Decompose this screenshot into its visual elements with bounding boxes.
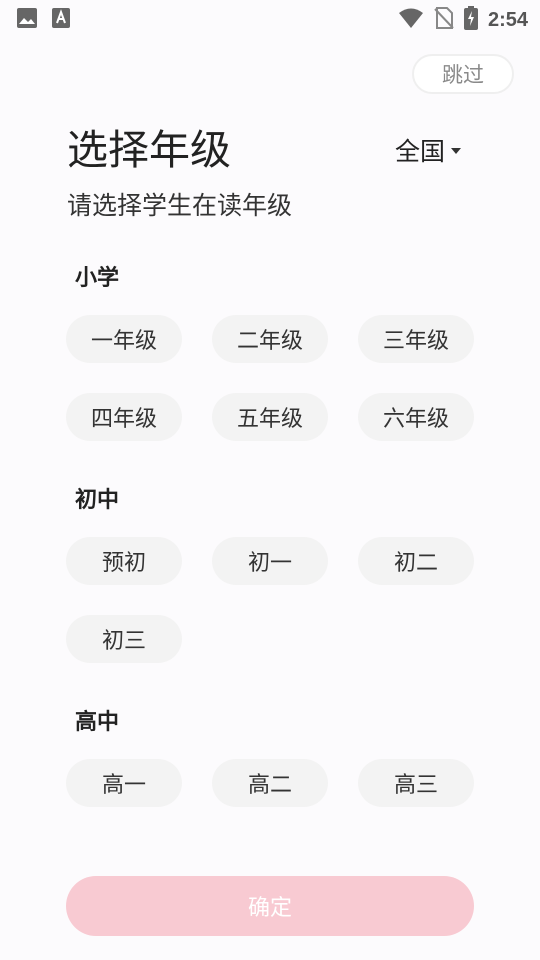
section-title-senior: 高中: [75, 710, 120, 735]
no-sim-icon: [434, 6, 454, 34]
page-subtitle: 请选择学生在读年级: [67, 191, 293, 220]
wifi-icon: [398, 7, 424, 33]
grade-chip[interactable]: 高三: [358, 759, 474, 807]
confirm-button[interactable]: 确定: [66, 876, 474, 936]
grade-chip[interactable]: 五年级: [212, 393, 328, 441]
grade-chip[interactable]: 高一: [66, 759, 182, 807]
page-title: 选择年级: [67, 126, 231, 174]
section-title-junior: 初中: [75, 488, 120, 513]
region-label: 全国: [395, 137, 446, 166]
battery-charging-icon: [463, 6, 478, 34]
text-a-icon: [52, 7, 70, 33]
grade-chip[interactable]: 初一: [212, 537, 328, 585]
grade-chip[interactable]: 六年级: [358, 393, 474, 441]
grade-chip[interactable]: 初三: [66, 615, 182, 663]
grade-chip[interactable]: 三年级: [358, 315, 474, 363]
grade-chip[interactable]: 二年级: [212, 315, 328, 363]
grade-chip[interactable]: 高二: [212, 759, 328, 807]
grade-chip[interactable]: 一年级: [66, 315, 182, 363]
skip-button[interactable]: 跳过: [412, 54, 514, 94]
image-icon: [16, 7, 38, 33]
status-bar: 2:54: [0, 0, 540, 36]
caret-down-icon: [451, 148, 462, 154]
grade-chip[interactable]: 预初: [66, 537, 182, 585]
grade-chip[interactable]: 四年级: [66, 393, 182, 441]
region-selector[interactable]: 全国: [395, 132, 462, 168]
section-title-primary: 小学: [75, 266, 120, 291]
grade-chip[interactable]: 初二: [358, 537, 474, 585]
status-time: 2:54: [487, 8, 528, 31]
